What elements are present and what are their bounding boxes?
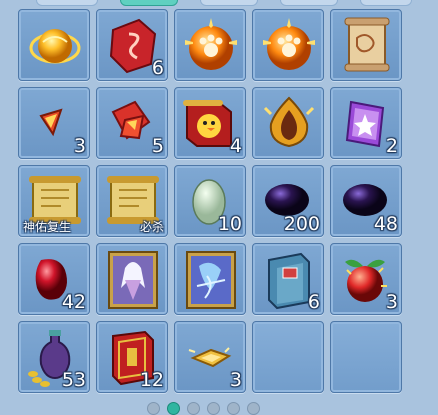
inventory-slot[interactable]: 神佑复生	[18, 165, 90, 237]
page-dot[interactable]	[247, 402, 260, 415]
inventory-slot[interactable]: 10	[174, 165, 246, 237]
orange-paw-orb-icon	[263, 18, 315, 70]
inventory-slot[interactable]	[174, 9, 246, 81]
inventory-slot[interactable]: 3	[18, 87, 90, 159]
page-dot-active[interactable]	[167, 402, 180, 415]
item-count: 3	[385, 291, 398, 313]
item-count: 42	[61, 291, 86, 313]
inventory-slot[interactable]: 53	[18, 321, 90, 393]
top-tab-edge-active	[120, 0, 178, 6]
item-count: 200	[283, 213, 320, 235]
inventory-slot[interactable]	[252, 87, 324, 159]
item-count: 4	[229, 135, 242, 157]
inventory-slot[interactable]: 12	[96, 321, 168, 393]
inventory-slot[interactable]	[330, 9, 402, 81]
item-count: 3	[229, 369, 242, 391]
page-dot[interactable]	[207, 402, 220, 415]
inventory-slot[interactable]	[96, 243, 168, 315]
inventory-slot[interactable]: 5	[96, 87, 168, 159]
inventory-slot[interactable]: 6	[252, 243, 324, 315]
item-count: 10	[217, 213, 242, 235]
inventory-slot[interactable]: 2	[330, 87, 402, 159]
top-tab-edge	[280, 0, 338, 6]
item-count: 48	[373, 213, 398, 235]
top-tab-edge	[36, 0, 98, 6]
item-count: 6	[307, 291, 320, 313]
inventory-slot[interactable]: 48	[330, 165, 402, 237]
inventory-slot-empty[interactable]	[252, 321, 324, 393]
item-count: 6	[151, 57, 164, 79]
item-count: 3	[73, 135, 86, 157]
item-count: 5	[151, 135, 164, 157]
item-count: 12	[139, 369, 164, 391]
inventory-slot[interactable]: 200	[252, 165, 324, 237]
inventory-slot[interactable]	[252, 9, 324, 81]
golden-flame-crystal-icon	[263, 96, 315, 148]
page-dot[interactable]	[147, 402, 160, 415]
page-dot[interactable]	[227, 402, 240, 415]
inventory-slot[interactable]	[18, 9, 90, 81]
item-tag: 必杀	[139, 220, 164, 234]
treasure-map-scroll-icon	[344, 17, 390, 72]
inventory-slot[interactable]: 6	[96, 9, 168, 81]
item-count: 2	[385, 135, 398, 157]
inventory-slot[interactable]: 4	[174, 87, 246, 159]
inventory-slot[interactable]: 必杀	[96, 165, 168, 237]
character-card-dragon-icon	[186, 251, 236, 309]
item-tag: 神佑复生	[23, 220, 72, 234]
inventory-slot[interactable]: 3	[330, 243, 402, 315]
inventory-slot[interactable]: 3	[174, 321, 246, 393]
inventory-slot-empty[interactable]	[330, 321, 402, 393]
page-dot[interactable]	[187, 402, 200, 415]
golden-orb-icon	[29, 29, 81, 64]
orange-paw-orb-icon	[185, 18, 237, 70]
item-count: 53	[61, 369, 86, 391]
top-tab-edge	[360, 0, 412, 6]
inventory-slot[interactable]: 42	[18, 243, 90, 315]
character-card-white-hair-icon	[108, 251, 158, 309]
page-indicator	[147, 402, 287, 415]
inventory-slot[interactable]	[174, 243, 246, 315]
top-tab-edge	[200, 0, 258, 6]
